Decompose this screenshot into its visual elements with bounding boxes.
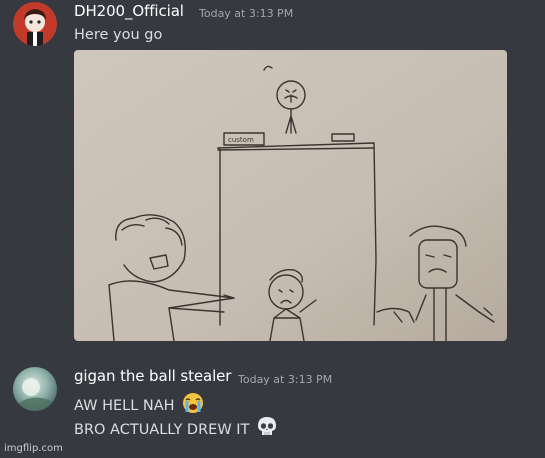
message-text: BRO ACTUALLY DREW IT	[74, 422, 250, 438]
message-timestamp: Today at 3:13 PM	[199, 7, 294, 20]
message-2: gigan the ball stealer Today at 3:13 PM …	[0, 355, 545, 445]
username[interactable]: DH200_Official	[74, 2, 184, 20]
username[interactable]: gigan the ball stealer	[74, 367, 231, 385]
skull-emoji	[256, 416, 278, 442]
imgflip-watermark: imgflip.com	[4, 443, 63, 454]
user-avatar[interactable]	[13, 367, 57, 411]
message-line-2: BRO ACTUALLY DREW IT	[74, 416, 278, 442]
user-avatar[interactable]	[13, 2, 57, 46]
drawn-sign-text: custom	[228, 136, 254, 144]
image-attachment[interactable]: custom	[74, 50, 507, 341]
message-timestamp: Today at 3:13 PM	[238, 373, 333, 386]
message-text: Here you go	[74, 27, 163, 43]
message-1: DH200_Official Today at 3:13 PM Here you…	[0, 0, 545, 345]
loudly-crying-face-emoji	[181, 392, 205, 418]
message-text: AW HELL NAH	[74, 398, 175, 414]
message-line-1: AW HELL NAH	[74, 392, 205, 418]
drawing-image: custom	[74, 50, 507, 341]
